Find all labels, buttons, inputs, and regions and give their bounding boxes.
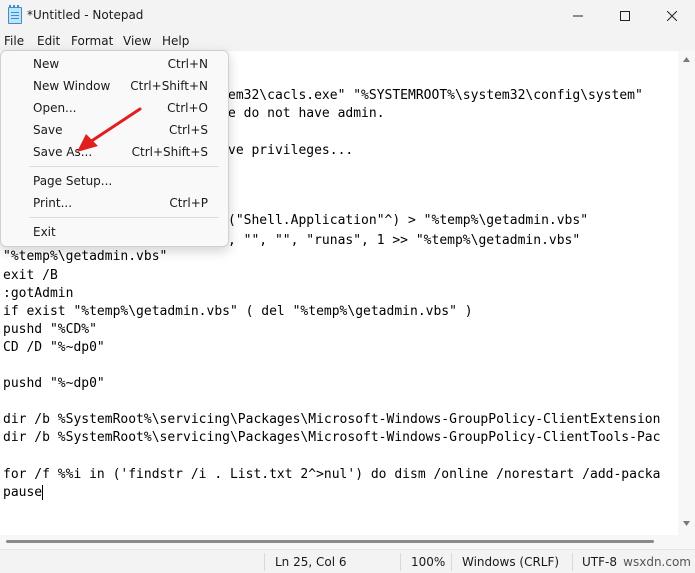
menu-item-label: Print... xyxy=(33,196,73,210)
close-icon xyxy=(667,10,677,21)
close-button[interactable] xyxy=(649,0,695,31)
scroll-corner xyxy=(678,535,695,549)
editor-line: ("Shell.Application"^) > "%temp%\getadmi… xyxy=(228,213,589,228)
file-menu-dropdown: New Ctrl+N New Window Ctrl+Shift+N Open.… xyxy=(0,50,229,247)
menu-item-shortcut: Ctrl+Shift+N xyxy=(130,79,208,93)
menu-item-shortcut: Ctrl+Shift+S xyxy=(131,145,208,159)
menu-item-new[interactable]: New Ctrl+N xyxy=(5,54,224,74)
menu-item-new-window[interactable]: New Window Ctrl+Shift+N xyxy=(5,76,224,96)
text-caret xyxy=(42,485,43,500)
zoom-level: 100% xyxy=(411,555,446,569)
scroll-up-icon[interactable] xyxy=(683,57,690,62)
menu-item-exit[interactable]: Exit xyxy=(5,222,224,242)
menu-separator xyxy=(29,166,219,167)
menu-item-shortcut: Ctrl+O xyxy=(167,101,208,115)
scroll-down-icon[interactable] xyxy=(683,521,690,526)
menu-file[interactable]: File xyxy=(4,34,24,48)
menu-item-page-setup[interactable]: Page Setup... xyxy=(5,171,224,191)
menu-bar: File Edit Format View Help xyxy=(0,31,695,51)
menu-item-print[interactable]: Print... Ctrl+P xyxy=(5,193,224,213)
editor-line: dir /b %SystemRoot%\servicing\Packages\M… xyxy=(3,412,661,427)
menu-item-label: Exit xyxy=(33,225,56,239)
menu-item-shortcut: Ctrl+P xyxy=(169,196,208,210)
menu-item-label: Save xyxy=(33,123,63,137)
editor-line: "%temp%\getadmin.vbs" xyxy=(3,249,168,264)
editor-line: ve privileges... xyxy=(228,143,354,158)
encoding: UTF-8 xyxy=(582,555,617,569)
menu-item-label: Open... xyxy=(33,101,77,115)
minimize-icon xyxy=(573,15,583,16)
menu-format[interactable]: Format xyxy=(71,34,113,48)
status-divider xyxy=(400,553,401,571)
status-bar: Ln 25, Col 6 100% Windows (CRLF) UTF-8 w… xyxy=(0,549,695,573)
menu-item-label: New xyxy=(33,57,60,71)
notepad-icon xyxy=(8,5,22,24)
editor-line: :gotAdmin xyxy=(3,286,74,301)
maximize-button[interactable] xyxy=(602,0,648,31)
menu-view[interactable]: View xyxy=(123,34,151,48)
minimize-button[interactable] xyxy=(555,0,601,31)
editor-line: exit /B xyxy=(3,268,58,283)
editor-line: if exist "%temp%\getadmin.vbs" ( del "%t… xyxy=(3,304,473,319)
menu-item-open[interactable]: Open... Ctrl+O xyxy=(5,98,224,118)
menu-item-label: Save As... xyxy=(33,145,93,159)
vertical-scrollbar[interactable] xyxy=(678,51,695,535)
horizontal-scrollbar[interactable] xyxy=(0,535,678,549)
maximize-icon xyxy=(620,10,630,21)
editor-line: pushd "%CD%" xyxy=(3,322,97,337)
window-title: *Untitled - Notepad xyxy=(27,8,144,22)
status-divider xyxy=(451,553,452,571)
menu-item-shortcut: Ctrl+S xyxy=(168,123,208,137)
menu-item-shortcut: Ctrl+N xyxy=(167,57,208,71)
line-ending: Windows (CRLF) xyxy=(462,555,560,569)
horizontal-scroll-thumb[interactable] xyxy=(6,540,654,543)
cursor-position: Ln 25, Col 6 xyxy=(275,555,347,569)
title-bar: *Untitled - Notepad xyxy=(0,0,695,31)
editor-line: CD /D "%~dp0" xyxy=(3,340,105,355)
editor-line: e do not have admin. xyxy=(228,106,385,121)
editor-line: dir /b %SystemRoot%\servicing\Packages\M… xyxy=(3,430,661,445)
status-divider xyxy=(264,553,265,571)
editor-line: , "", "", "runas", 1 >> "%temp%\getadmin… xyxy=(228,233,581,248)
menu-separator xyxy=(29,217,219,218)
status-divider xyxy=(572,553,573,571)
menu-help[interactable]: Help xyxy=(162,34,189,48)
editor-line: pause xyxy=(3,485,43,500)
editor-line: pushd "%~dp0" xyxy=(3,376,105,391)
editor-line: em32\cacls.exe" "%SYSTEMROOT%\system32\c… xyxy=(228,88,643,103)
menu-item-save[interactable]: Save Ctrl+S xyxy=(5,120,224,140)
editor-line: for /f %%i in ('findstr /i . List.txt 2^… xyxy=(3,467,661,482)
watermark: wsxdn.com xyxy=(623,555,691,569)
menu-item-label: New Window xyxy=(33,79,111,93)
menu-edit[interactable]: Edit xyxy=(37,34,60,48)
menu-item-save-as[interactable]: Save As... Ctrl+Shift+S xyxy=(5,142,224,162)
menu-item-label: Page Setup... xyxy=(33,174,113,188)
